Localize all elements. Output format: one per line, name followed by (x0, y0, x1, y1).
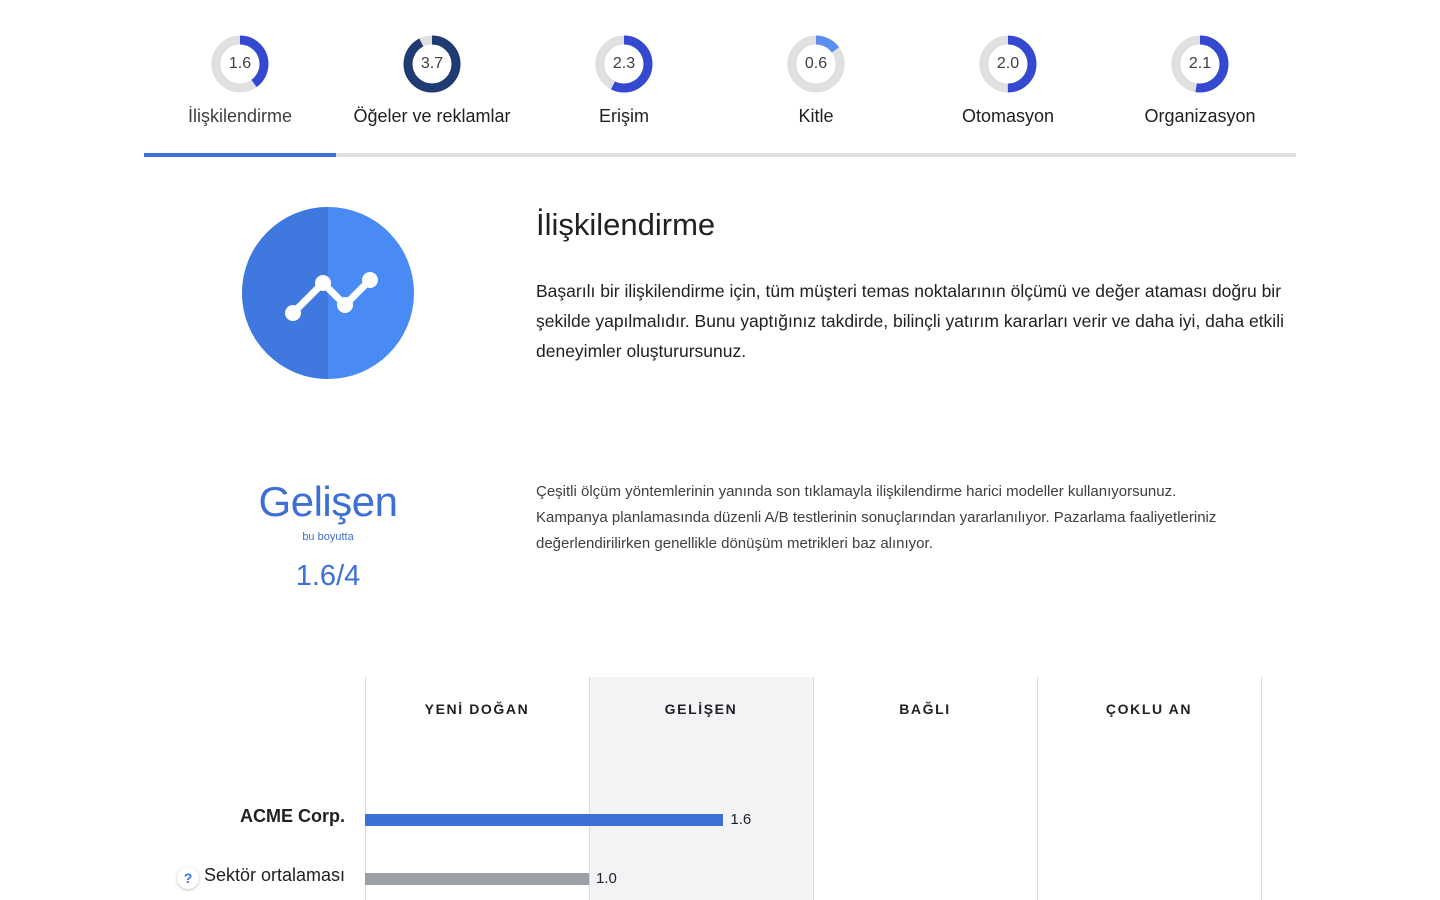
tab-label: Kitle (798, 106, 834, 126)
stage-column-header: GELİŞEN (664, 701, 738, 717)
gauge-score: 0.6 (804, 55, 828, 72)
score-gauge: 1.6 (210, 34, 270, 94)
score-gauge: 2.0 (978, 34, 1038, 94)
column-divider (1261, 677, 1262, 900)
gauge-score: 2.3 (612, 55, 636, 72)
gauge-score: 2.1 (1188, 55, 1212, 72)
maturity-stage: Gelişen (258, 478, 398, 525)
benchmark-bar-value: 1.0 (596, 870, 617, 887)
maturity-stage-subtitle: bu boyutta (302, 531, 354, 543)
tab-label: İlişkilendirme (187, 106, 293, 126)
score-gauge: 0.6 (786, 34, 846, 94)
benchmark-bar-value: 1.6 (730, 811, 752, 828)
benchmark-row-label: ACME Corp. (240, 806, 345, 826)
score-gauge: 3.7 (402, 34, 462, 94)
gauge-score: 2.0 (996, 55, 1020, 72)
tab-label: Öğeler ve reklamlar (353, 106, 511, 126)
tab-1[interactable]: 1.6 İlişkilendirme (144, 0, 336, 153)
tab-label: Organizasyon (1144, 106, 1256, 126)
tab-3[interactable]: 2.3 Erişim (528, 0, 720, 153)
tab-6[interactable]: 2.1 Organizasyon (1104, 0, 1296, 153)
benchmark-bar (365, 814, 724, 826)
gauge-score: 3.7 (420, 55, 444, 72)
tab-label: Erişim (599, 106, 649, 126)
benchmark-row-label: Sektör ortalaması (203, 865, 345, 885)
tab-2[interactable]: 3.7 Öğeler ve reklamlar (336, 0, 528, 153)
dimension-tabs: 1.6 İlişkilendirme 3.7 Öğeler ve reklamlar 2… (144, 0, 1296, 157)
question-mark-icon[interactable]: ? (177, 867, 199, 889)
stage-column-header: YENİ DOĞAN (424, 701, 530, 717)
gauge-score: 1.6 (228, 55, 252, 72)
trend-line-icon (242, 207, 414, 379)
stage-column-header: ÇOKLU AN (1105, 701, 1193, 717)
score-gauge: 2.1 (1170, 34, 1230, 94)
section-title: İlişkilendirme (536, 207, 716, 242)
section-description: Başarılı bir ilişkilendirme için, tüm mü… (536, 281, 1284, 361)
stage-column-header: BAĞLI (899, 701, 951, 717)
benchmark-bar (365, 873, 589, 885)
tab-5[interactable]: 2.0 Otomasyon (912, 0, 1104, 153)
tab-4[interactable]: 0.6 Kitle (720, 0, 912, 153)
benchmark-chart: YENİ DOĞAN GELİŞEN BAĞLI ÇOKLU AN ACME Corp.… (0, 677, 1440, 900)
score-gauge: 2.3 (594, 34, 654, 94)
maturity-description: Çeşitli ölçüm yöntemlerinin yanında son … (536, 483, 1217, 552)
active-tab-indicator (144, 153, 336, 157)
maturity-score: 1.6/4 (295, 560, 361, 592)
tab-label: Otomasyon (961, 106, 1055, 126)
